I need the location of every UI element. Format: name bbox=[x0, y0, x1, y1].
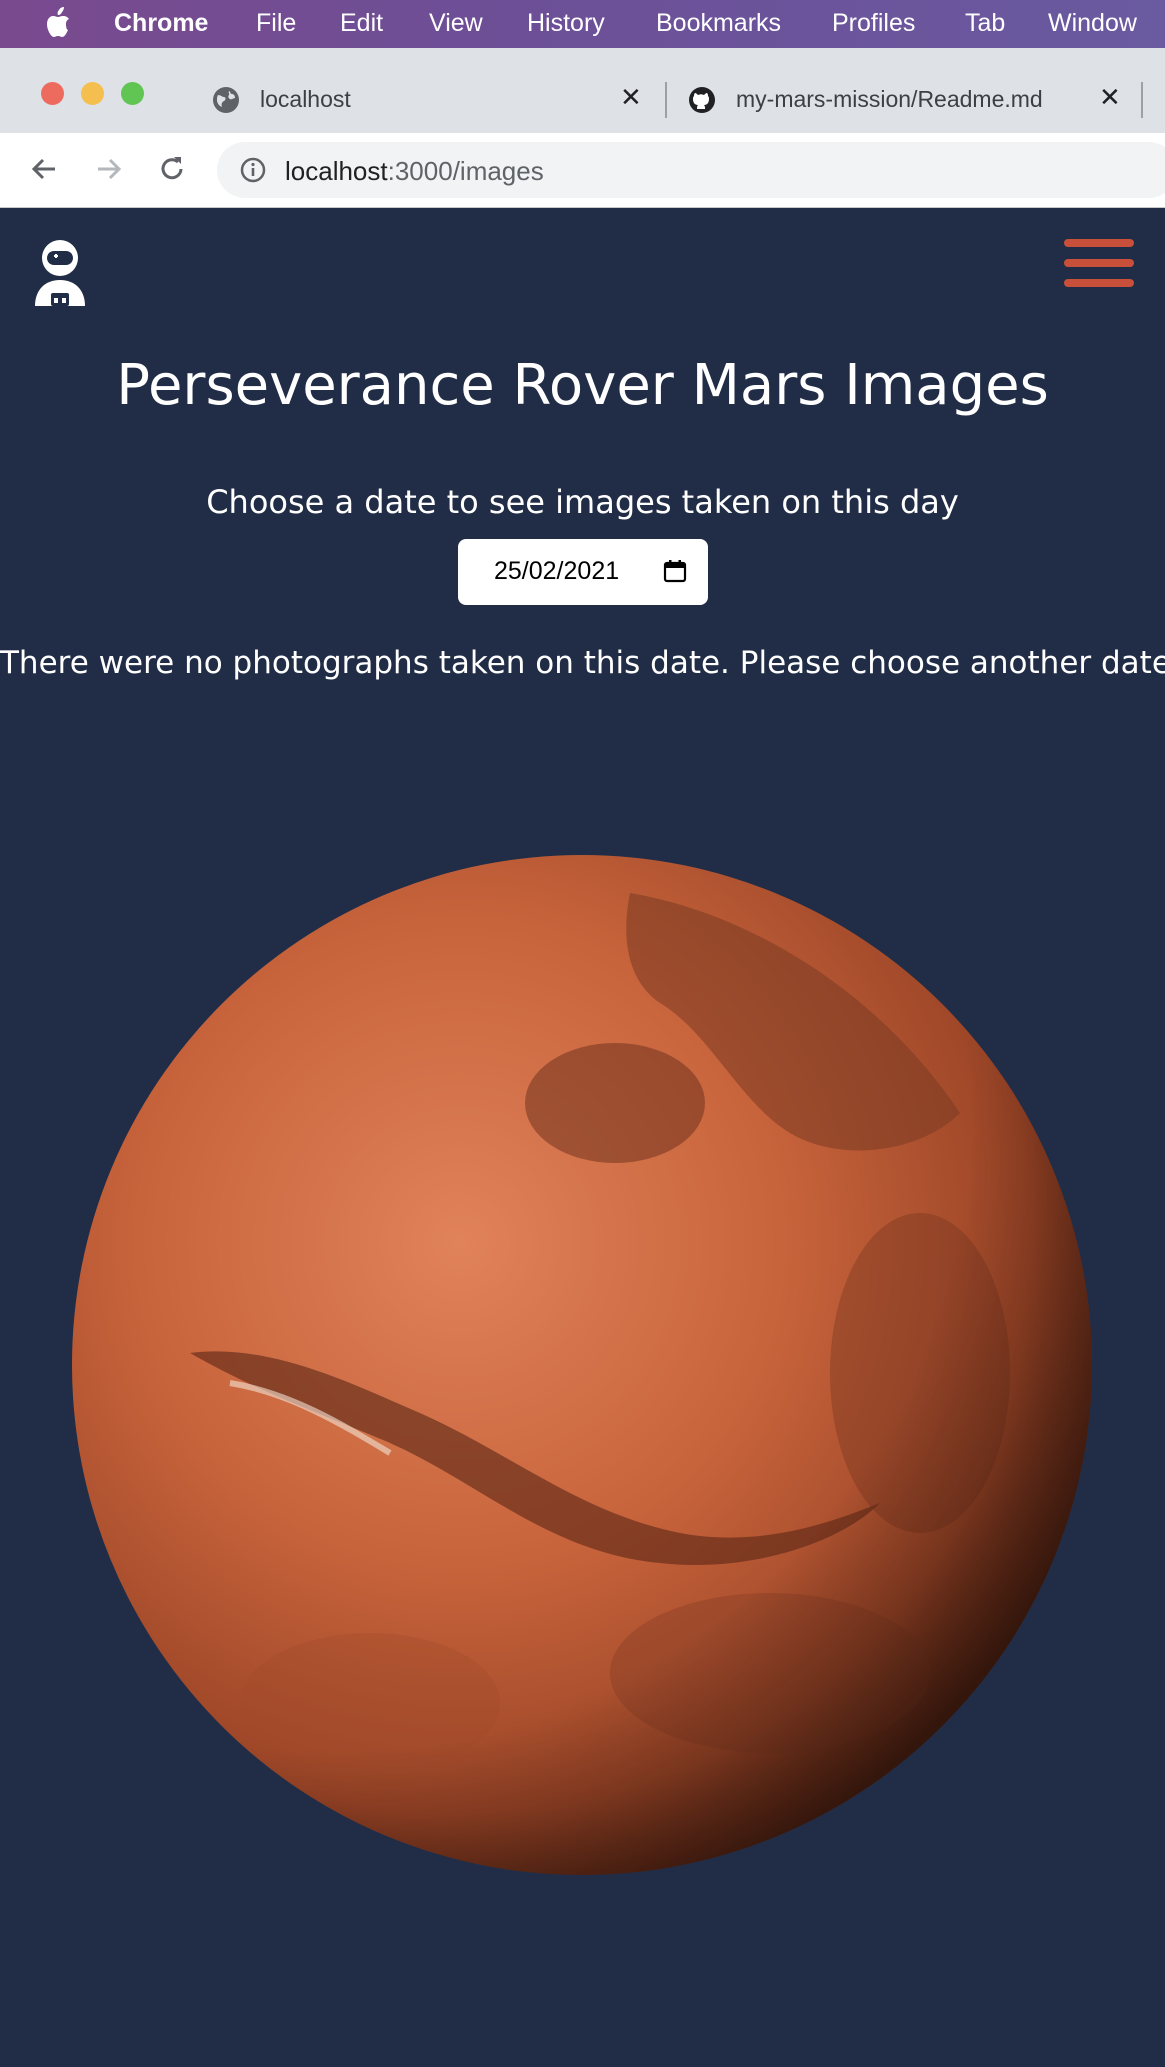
menu-edit[interactable]: Edit bbox=[340, 9, 383, 38]
menu-bookmarks[interactable]: Bookmarks bbox=[656, 9, 781, 38]
menu-history[interactable]: History bbox=[527, 9, 605, 38]
menu-app-name[interactable]: Chrome bbox=[114, 9, 208, 38]
address-bar[interactable]: localhost:3000/images bbox=[217, 142, 1165, 198]
url-text[interactable]: localhost:3000/images bbox=[285, 156, 544, 187]
window-zoom-button[interactable] bbox=[121, 82, 144, 105]
forward-arrow-icon[interactable] bbox=[92, 152, 126, 186]
date-prompt: Choose a date to see images taken on thi… bbox=[206, 483, 959, 521]
window-minimize-button[interactable] bbox=[81, 82, 104, 105]
apple-icon[interactable] bbox=[42, 6, 72, 40]
url-host: localhost bbox=[285, 156, 388, 186]
macos-menu-bar: Chrome File Edit View History Bookmarks … bbox=[0, 0, 1165, 48]
reload-icon[interactable] bbox=[155, 152, 189, 186]
back-arrow-icon[interactable] bbox=[27, 152, 61, 186]
tab-localhost[interactable]: localhost ✕ bbox=[190, 68, 660, 133]
menu-profiles[interactable]: Profiles bbox=[832, 9, 915, 38]
date-value: 25/02/2021 bbox=[494, 557, 620, 585]
menu-tab[interactable]: Tab bbox=[965, 9, 1005, 38]
url-path: :3000/images bbox=[387, 156, 544, 186]
astronaut-logo-icon[interactable] bbox=[30, 238, 90, 308]
menu-view[interactable]: View bbox=[429, 9, 483, 38]
globe-icon bbox=[213, 87, 239, 113]
hamburger-menu-icon[interactable] bbox=[1064, 233, 1134, 293]
tab-title: localhost bbox=[260, 86, 351, 112]
tab-divider bbox=[665, 82, 667, 118]
tab-close-icon[interactable]: ✕ bbox=[1099, 82, 1121, 113]
no-photos-message: There were no photographs taken on this … bbox=[0, 645, 1165, 681]
tab-readme[interactable]: my-mars-mission/Readme.md ✕ bbox=[668, 68, 1165, 133]
tab-close-icon[interactable]: ✕ bbox=[620, 82, 642, 113]
info-icon[interactable] bbox=[239, 156, 267, 184]
window-close-button[interactable] bbox=[41, 82, 64, 105]
tab-divider bbox=[1141, 82, 1143, 118]
menu-file[interactable]: File bbox=[256, 9, 296, 38]
github-icon bbox=[689, 87, 715, 113]
page-title: Perseverance Rover Mars Images bbox=[116, 353, 1049, 418]
page-content: Perseverance Rover Mars Images Choose a … bbox=[0, 208, 1165, 2067]
menu-window[interactable]: Window bbox=[1048, 9, 1137, 38]
calendar-icon[interactable] bbox=[663, 559, 687, 583]
mars-planet-image bbox=[72, 855, 1092, 1875]
tab-title: my-mars-mission/Readme.md bbox=[736, 86, 1043, 112]
date-picker-input[interactable]: 25/02/2021 bbox=[458, 539, 708, 605]
